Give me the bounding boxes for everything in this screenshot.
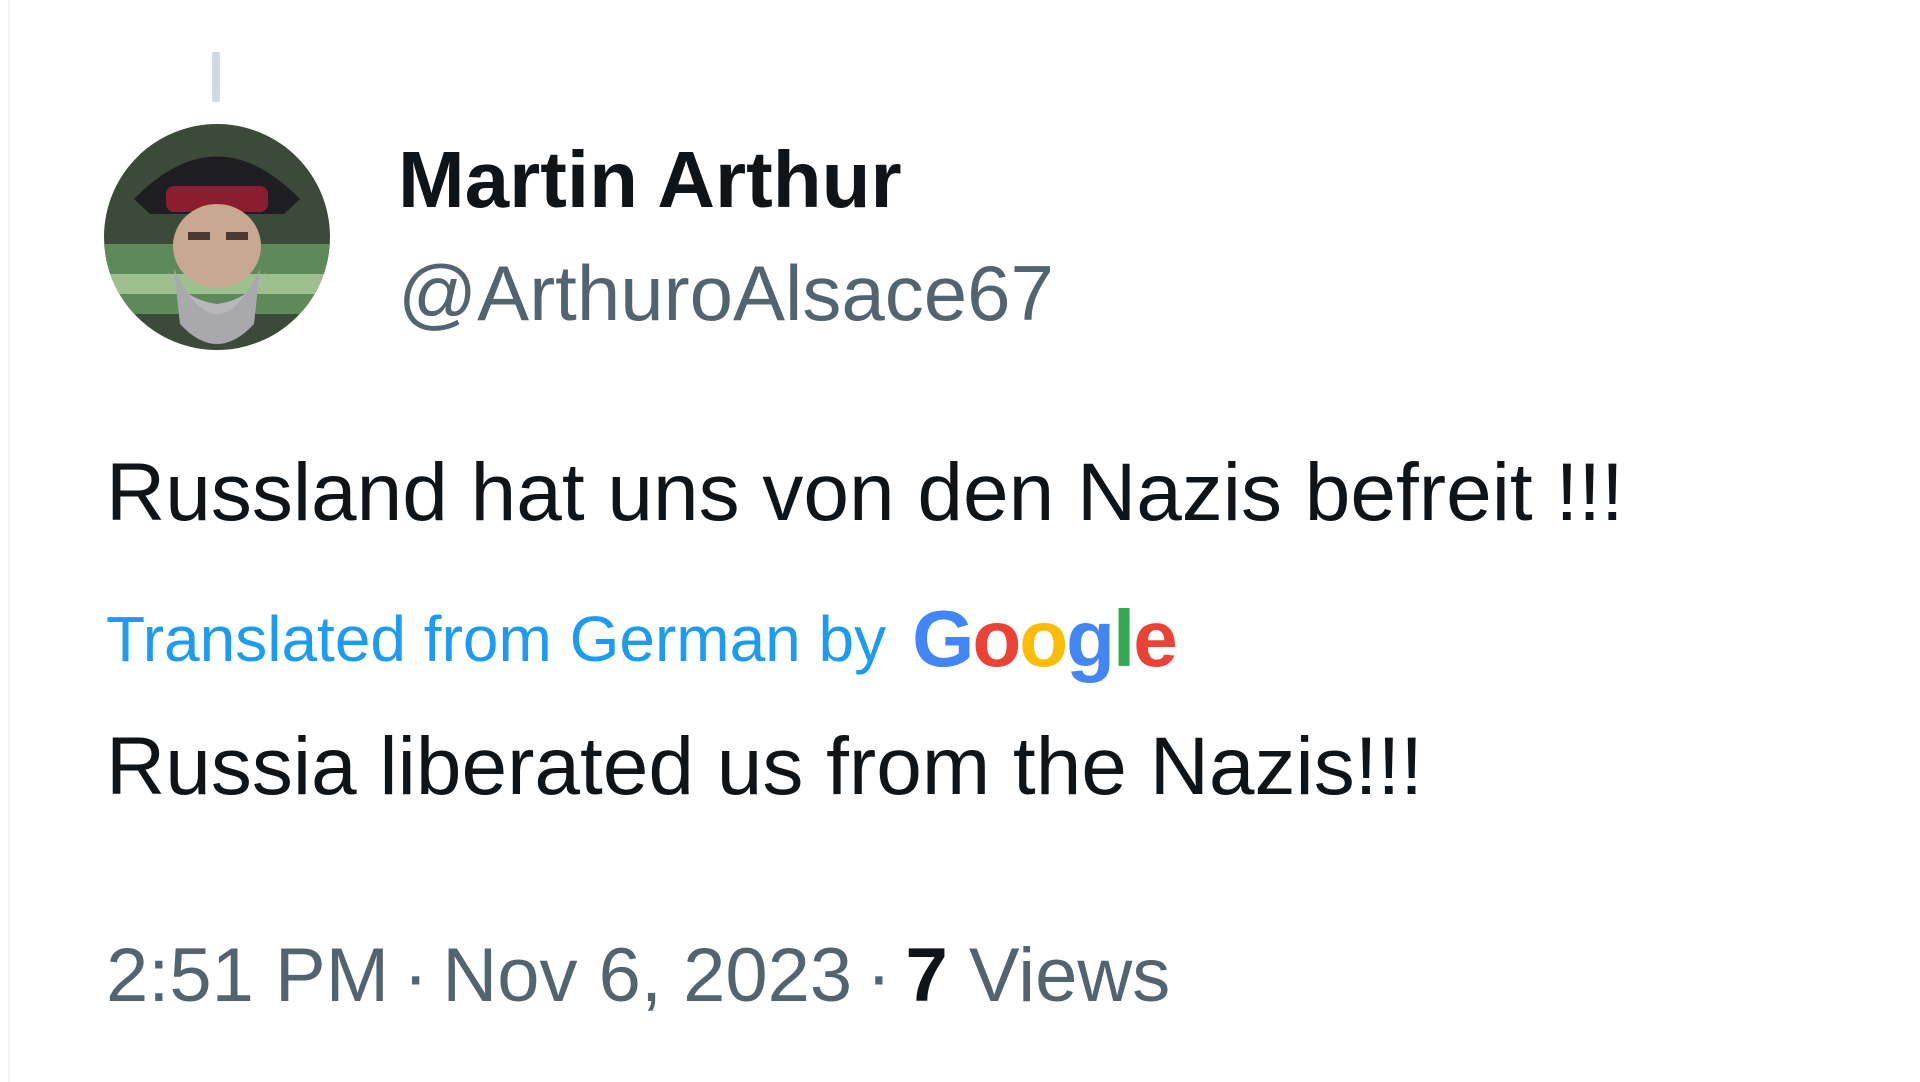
tweet-time[interactable]: 2:51 PM: [106, 933, 389, 1018]
tweet-card: Martin Arthur @ArthuroAlsace67 Russland …: [0, 0, 1920, 1082]
views-count[interactable]: 7: [906, 933, 948, 1018]
google-logo: Google: [912, 594, 1178, 683]
tweet-date[interactable]: Nov 6, 2023: [442, 933, 852, 1018]
thread-connector-line: [212, 52, 220, 102]
google-logo-letter: o: [972, 594, 1021, 683]
google-logo-letter: o: [1019, 594, 1068, 683]
meta-separator: ·: [866, 933, 892, 1018]
translated-from-label[interactable]: Translated from German by: [106, 607, 886, 671]
google-logo-letter: e: [1133, 594, 1177, 683]
tweet-original-text: Russland hat uns von den Nazis befreit !…: [106, 447, 1624, 538]
avatar-image: [104, 124, 330, 350]
google-logo-letter: g: [1066, 594, 1115, 683]
avatar[interactable]: [104, 124, 330, 350]
google-logo-letter: G: [912, 594, 974, 683]
tweet-translated-text: Russia liberated us from the Nazis!!!: [106, 721, 1424, 812]
author-display-name[interactable]: Martin Arthur: [398, 140, 902, 220]
views-label[interactable]: Views: [969, 933, 1170, 1018]
translation-attribution: Translated from German by Google: [106, 594, 1178, 684]
tweet-metadata: 2:51 PM · Nov 6, 2023 · 7 Views: [106, 938, 1170, 1014]
author-handle[interactable]: @ArthuroAlsace67: [398, 254, 1054, 332]
google-logo-letter: l: [1112, 594, 1135, 683]
meta-separator: ·: [403, 933, 429, 1018]
left-border-divider: [8, 0, 10, 1082]
